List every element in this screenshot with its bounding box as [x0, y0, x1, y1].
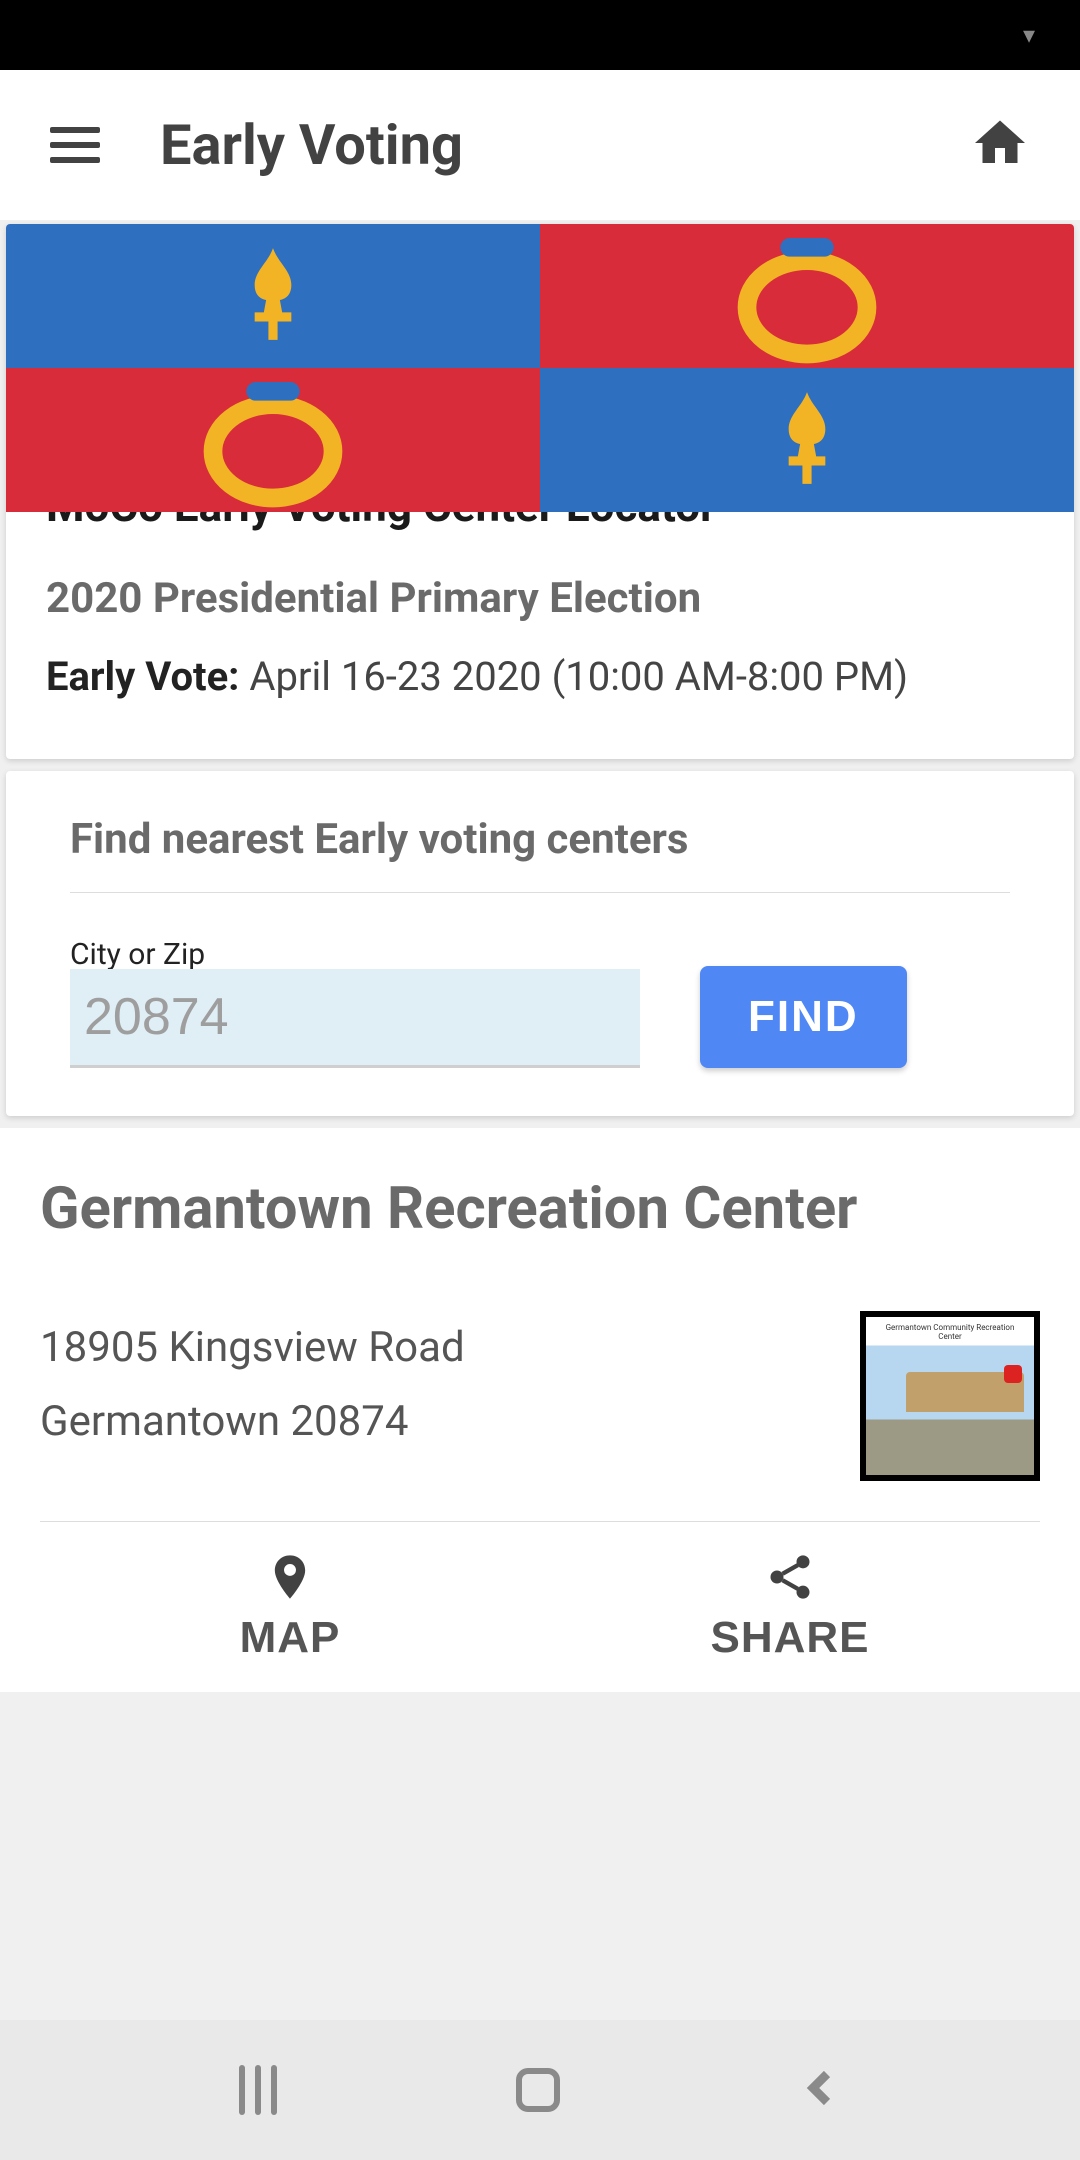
search-heading: Find nearest Early voting centers: [70, 815, 1010, 864]
ring-icon: [727, 224, 887, 368]
map-label: MAP: [240, 1613, 341, 1663]
result-card: Germantown Recreation Center 18905 Kings…: [0, 1128, 1080, 1692]
nav-back-button[interactable]: [799, 2067, 841, 2113]
nav-home-button[interactable]: [516, 2068, 560, 2112]
pin-icon: [264, 1551, 316, 1603]
city-zip-input[interactable]: [70, 969, 640, 1068]
result-thumbnail[interactable]: Germantown Community Recreation Center: [860, 1311, 1040, 1481]
result-address: 18905 Kingsview Road Germantown 20874: [40, 1311, 465, 1458]
search-row: FIND: [70, 966, 1010, 1068]
share-button[interactable]: SHARE: [540, 1522, 1040, 1692]
page-title: Early Voting: [160, 112, 910, 178]
share-label: SHARE: [710, 1613, 869, 1663]
system-nav-bar: [0, 2020, 1080, 2160]
content-area: MoCo Early Voting Center Locator 2020 Pr…: [0, 224, 1080, 1692]
early-vote-label: Early Vote:: [46, 653, 239, 700]
app-bar: Early Voting: [0, 70, 1080, 220]
divider: [70, 892, 1010, 893]
status-caret-icon: ▾: [1023, 21, 1035, 49]
result-name: Germantown Recreation Center: [40, 1172, 1040, 1247]
find-button[interactable]: FIND: [700, 966, 907, 1068]
menu-icon[interactable]: [50, 127, 100, 163]
search-card: Find nearest Early voting centers City o…: [6, 771, 1074, 1116]
fleur-de-lis-icon: [218, 239, 328, 353]
result-body: 18905 Kingsview Road Germantown 20874 Ge…: [40, 1311, 1040, 1481]
address-line-1: 18905 Kingsview Road: [40, 1311, 465, 1385]
early-vote-value: April 16-23 2020 (10:00 AM-8:00 PM): [239, 653, 908, 700]
locator-card: MoCo Early Voting Center Locator 2020 Pr…: [6, 224, 1074, 759]
address-line-2: Germantown 20874: [40, 1385, 465, 1459]
election-name: 2020 Presidential Primary Election: [46, 574, 1034, 623]
flag-banner: [6, 224, 1074, 444]
share-icon: [764, 1551, 816, 1603]
status-bar: ▾: [0, 0, 1080, 70]
early-vote-dates: Early Vote: April 16-23 2020 (10:00 AM-8…: [46, 645, 1034, 709]
action-row: MAP SHARE: [40, 1522, 1040, 1692]
ring-icon: [193, 368, 353, 512]
fleur-de-lis-icon: [752, 383, 862, 497]
nav-recents-button[interactable]: [239, 2065, 277, 2115]
thumb-label: Germantown Community Recreation Center: [876, 1323, 1024, 1341]
home-icon[interactable]: [970, 113, 1030, 177]
map-button[interactable]: MAP: [40, 1522, 540, 1692]
